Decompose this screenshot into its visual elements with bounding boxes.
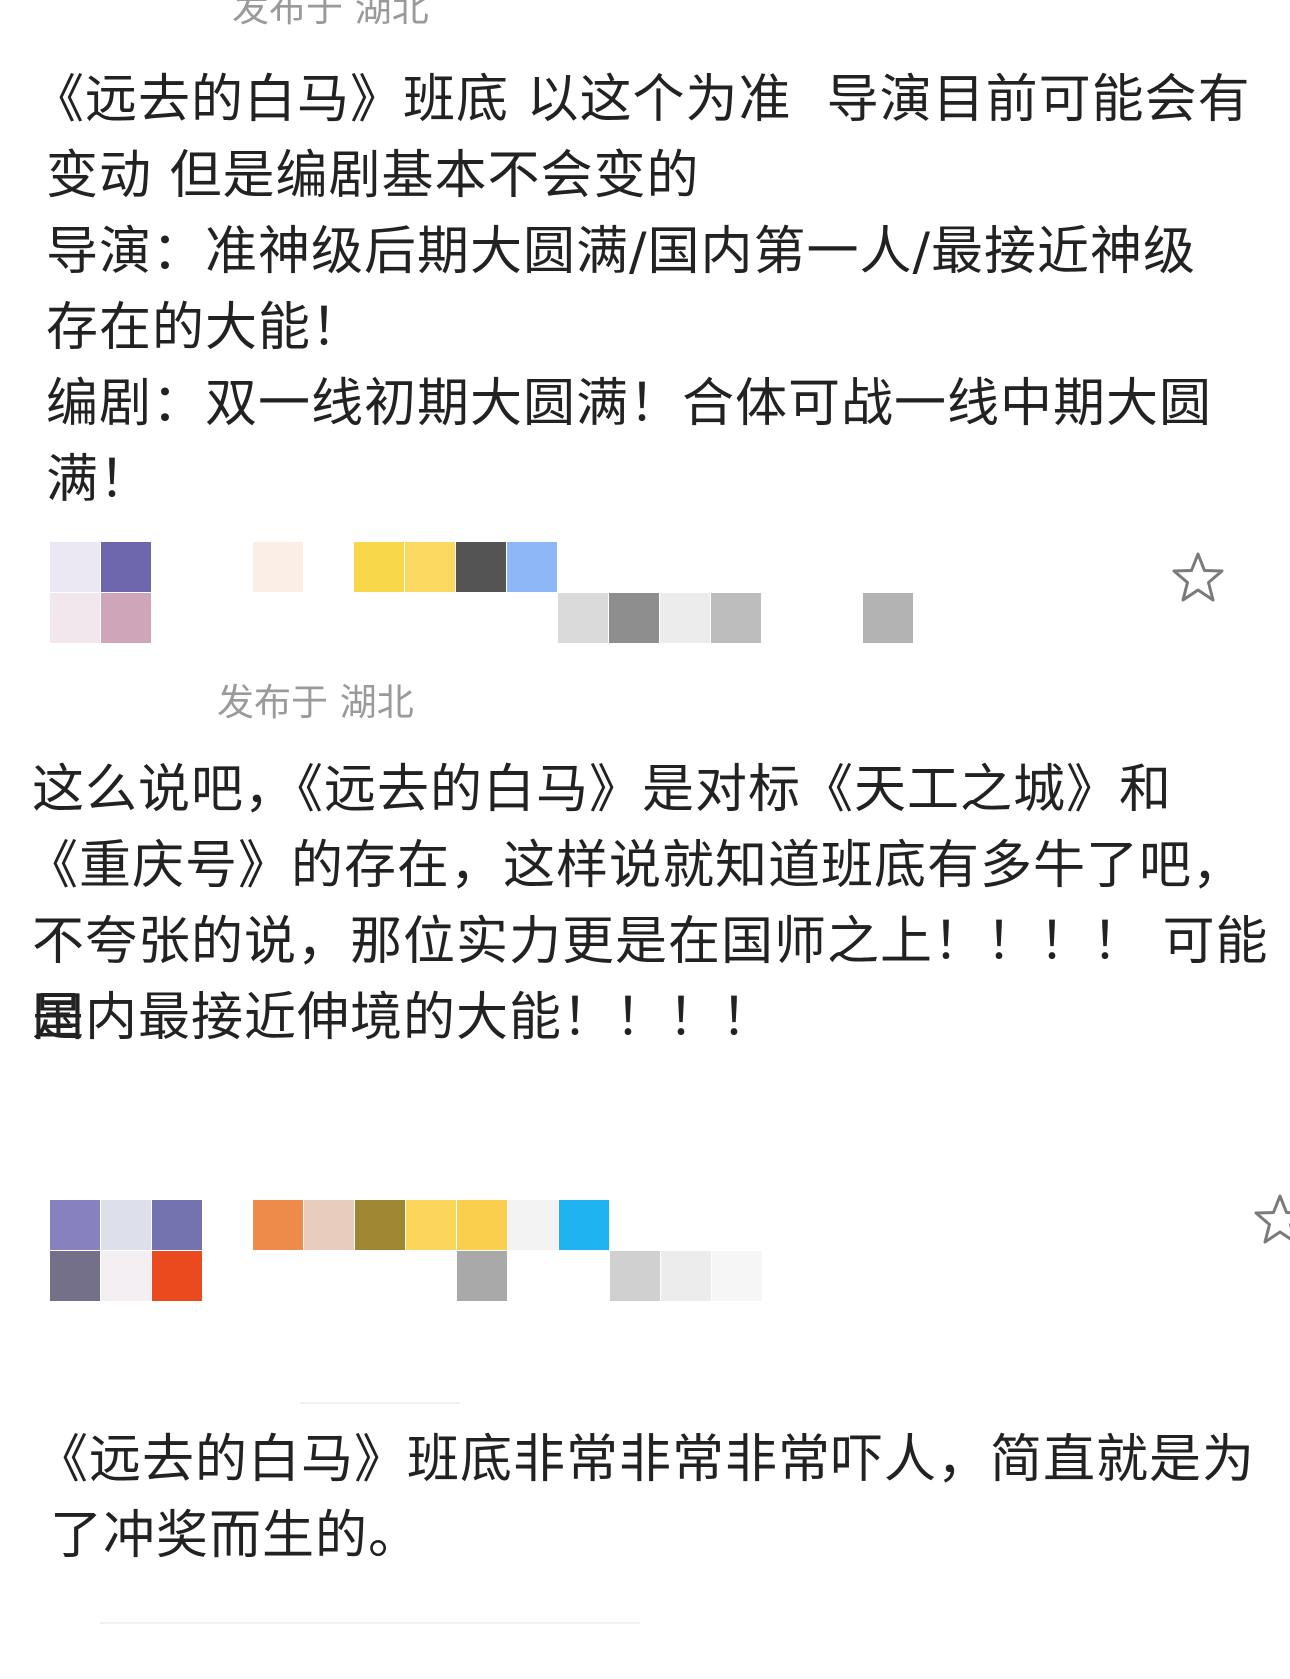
comment-1-line: 编剧：双一线初期大圆满！合体可战一线中期大圆 — [46, 374, 1213, 434]
divider — [100, 1622, 640, 1624]
comment-1-line: 变动 但是编剧基本不会变的 — [46, 146, 700, 206]
comment-3-line: 《远去的白马》班底非常非常非常吓人，简直就是为 — [36, 1430, 1256, 1490]
comment-1-line: 满！ — [46, 450, 153, 510]
comment-2-username[interactable] — [253, 542, 913, 644]
comment-2-avatar[interactable] — [50, 542, 152, 644]
comment-1-line: 《远去的白马》班底 以这个为准 导演目前可能会有 — [32, 70, 1251, 130]
comment-3-avatar[interactable] — [50, 1200, 203, 1302]
comment-1-line: 存在的大能！ — [46, 298, 365, 358]
comment-1-location: 发布于 湖北 — [232, 0, 429, 30]
divider — [300, 1402, 460, 1404]
star-outline-icon[interactable] — [1250, 1190, 1290, 1250]
comment-2-line: 这么说吧，《远去的白马》是对标《天工之城》和 — [32, 760, 1173, 820]
comment-2-line: 《重庆号》的存在，这样说就知道班底有多牛了吧， — [26, 836, 1246, 896]
comment-1-line: 导演：准神级后期大圆满/国内第一人/最接近神级 — [46, 222, 1197, 282]
star-outline-icon[interactable] — [1168, 548, 1228, 608]
comment-3-line: 了冲奖而生的。 — [50, 1506, 422, 1566]
comment-3-username[interactable] — [253, 1200, 763, 1302]
comment-2-line: 国内最接近伸境的大能！！！！ — [32, 988, 775, 1048]
comment-2-location: 发布于 湖北 — [217, 681, 414, 724]
